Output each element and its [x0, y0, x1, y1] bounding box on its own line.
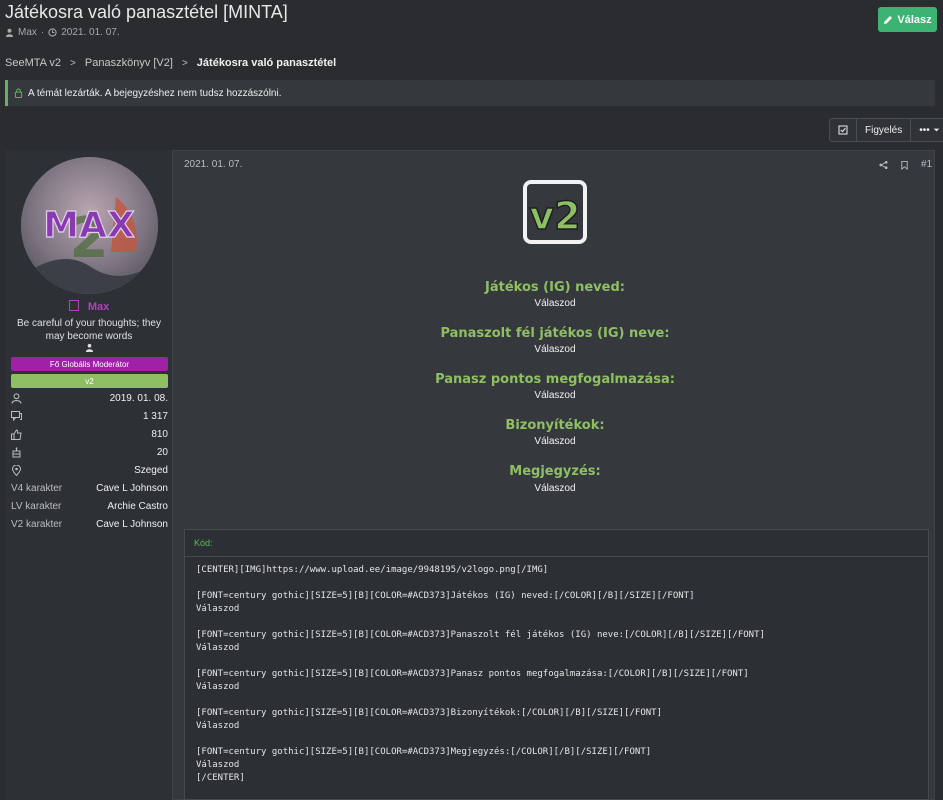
section-answer-note: Válaszod [534, 483, 576, 494]
location-pin-icon [11, 464, 22, 476]
user-status-icon [85, 343, 93, 352]
stat-messages-value: 1 317 [142, 410, 168, 422]
section-answer-complaint: Válaszod [534, 390, 576, 401]
moderator-shield-icon [68, 300, 79, 311]
stat-points: 20 [11, 444, 168, 460]
field-lv-label: LV karakter [11, 500, 62, 512]
post-actions: #1 [879, 159, 932, 170]
section-heading-complaint: Panasz pontos megfogalmazása: [435, 372, 675, 387]
breadcrumb-item-seemta[interactable]: SeeMTA v2 [5, 57, 61, 69]
stat-reactions: 810 [11, 426, 168, 442]
reply-button-label: Válasz [897, 13, 932, 26]
user-title: Be careful of your thoughts; they may be… [5, 317, 173, 356]
post-number[interactable]: #1 [921, 159, 932, 170]
user-icon [5, 28, 14, 37]
stat-points-value: 20 [156, 446, 168, 458]
field-v4-value: Cave L Johnson [96, 482, 168, 494]
stat-reactions-value: 810 [151, 428, 168, 440]
thread-author[interactable]: Max [18, 27, 37, 38]
username[interactable]: Max [5, 300, 173, 313]
thread-actions: Figyelés ••• [829, 118, 943, 142]
section-heading-reported-player: Panaszolt fél játékos (IG) neve: [440, 326, 670, 341]
breadcrumb-item-panaszkonyv[interactable]: Panaszkönyv [V2] [85, 57, 173, 69]
field-v2-value: Cave L Johnson [96, 518, 168, 530]
pencil-icon [884, 15, 893, 24]
code-block-content[interactable]: [CENTER][IMG]https://www.upload.ee/image… [196, 564, 765, 785]
field-v4-label: V4 karakter [11, 482, 63, 494]
field-v2-character: V2 karakter Cave L Johnson [11, 516, 168, 532]
trophy-icon [12, 446, 21, 457]
avatar-text: MAX [43, 205, 135, 246]
thread-title: Játékosra való panasztétel [MINTA] [5, 2, 288, 22]
user-title-text: Be careful of your thoughts; they may be… [17, 318, 161, 342]
section-answer-reported-player: Válaszod [534, 344, 576, 355]
section-heading-evidence: Bizonyítékok: [505, 418, 605, 433]
chevron-right-icon: > [70, 57, 76, 69]
watch-button[interactable]: Figyelés [857, 119, 912, 141]
v2-logo-text: v2 [529, 194, 580, 238]
user-icon [11, 392, 22, 404]
field-lv-value: Archie Castro [107, 500, 168, 512]
section-heading-player-name: Játékos (IG) neved: [485, 280, 625, 295]
v2-logo: v2 [523, 180, 587, 244]
clock-icon [48, 28, 57, 37]
stat-messages: 1 317 [11, 408, 168, 424]
mark-read-button[interactable] [830, 119, 857, 141]
messages-icon [11, 410, 22, 421]
checkbox-icon [838, 125, 848, 135]
thread-date[interactable]: 2021. 01. 07. [61, 27, 119, 38]
breadcrumb: SeeMTA v2 > Panaszkönyv [V2] > Játékosra… [5, 57, 336, 69]
field-v4-character: V4 karakter Cave L Johnson [11, 480, 168, 496]
share-icon[interactable] [879, 160, 888, 170]
lock-icon [14, 88, 23, 98]
stat-location: Szeged [11, 462, 168, 478]
locked-notice: A témát lezárták. A bejegyzéshez nem tud… [5, 80, 935, 106]
post-date[interactable]: 2021. 01. 07. [184, 159, 242, 170]
thumbs-up-icon [11, 428, 22, 440]
avatar[interactable]: 2 MAX [21, 157, 158, 294]
meta-separator: · [40, 27, 45, 38]
more-options-button[interactable]: ••• [911, 119, 943, 141]
section-heading-note: Megjegyzés: [509, 464, 601, 479]
section-answer-evidence: Válaszod [534, 436, 576, 447]
badge-v2: v2 [11, 374, 168, 388]
reply-button[interactable]: Válasz [878, 7, 937, 32]
breadcrumb-item-current[interactable]: Játékosra való panasztétel [197, 57, 336, 69]
more-dots: ••• [919, 124, 930, 136]
stat-joined: 2019. 01. 08. [11, 390, 168, 406]
avatar-image: 2 MAX [21, 157, 158, 294]
field-v2-label: V2 karakter [11, 518, 63, 530]
caret-down-icon [933, 128, 940, 132]
badge-global-moderator: Fő Globális Moderátor [11, 357, 168, 371]
field-lv-character: LV karakter Archie Castro [11, 498, 168, 514]
stat-joined-value: 2019. 01. 08. [109, 392, 168, 404]
stat-location-value: Szeged [134, 464, 168, 476]
section-answer-player-name: Válaszod [534, 298, 576, 309]
username-text: Max [87, 301, 110, 313]
chevron-right-icon: > [181, 57, 188, 69]
bookmark-icon[interactable] [900, 160, 909, 170]
code-block-label: Kód: [184, 529, 929, 557]
thread-meta: Max · 2021. 01. 07. [5, 27, 120, 38]
locked-notice-text: A témát lezárták. A bejegyzéshez nem tud… [28, 87, 282, 99]
